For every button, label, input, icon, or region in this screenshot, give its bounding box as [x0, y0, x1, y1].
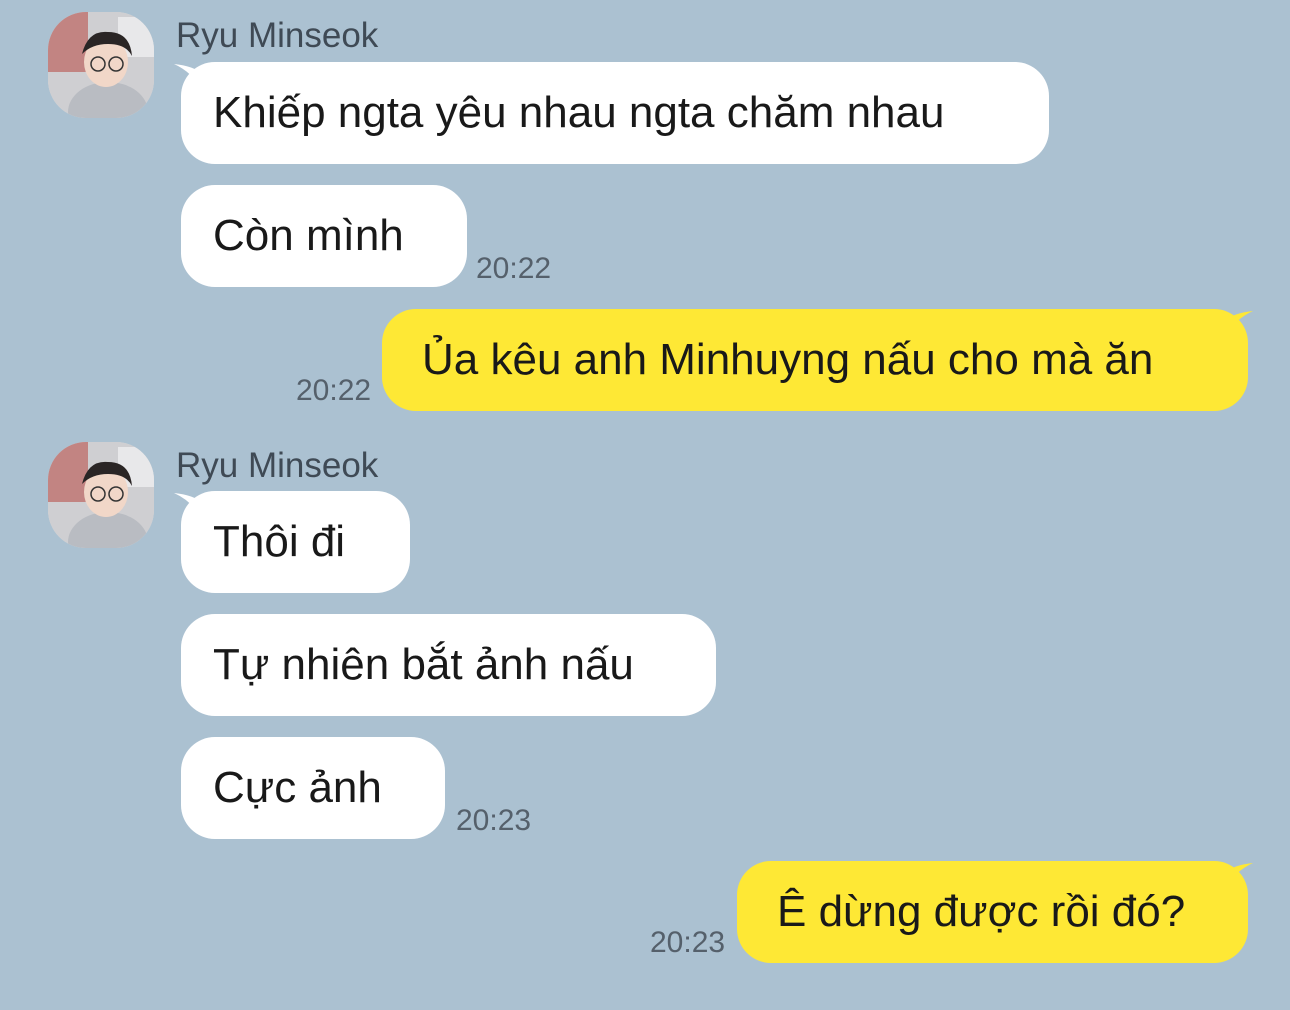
- message-bubble-outgoing[interactable]: Ê dừng được rồi đó?: [737, 861, 1248, 963]
- sender-name: Ryu Minseok: [176, 446, 379, 485]
- bubble-tail-right: [1225, 863, 1253, 889]
- message-bubble[interactable]: Cực ảnh: [181, 737, 445, 839]
- avatar-photo: [48, 442, 154, 548]
- avatar-photo: [48, 12, 154, 118]
- message-text: Thôi đi: [213, 517, 346, 566]
- message-text: Khiếp ngta yêu nhau ngta chăm nhau: [213, 88, 945, 137]
- message-text: Ủa kêu anh Minhuyng nấu cho mà ăn: [422, 335, 1154, 384]
- message-text: Ê dừng được rồi đó?: [777, 887, 1186, 936]
- message-timestamp: 20:22: [296, 374, 372, 407]
- avatar[interactable]: [48, 12, 154, 118]
- message-timestamp: 20:23: [650, 926, 726, 959]
- message-bubble[interactable]: Khiếp ngta yêu nhau ngta chăm nhau: [181, 62, 1049, 164]
- bubble-tail-right: [1225, 311, 1253, 337]
- message-bubble[interactable]: Còn mình: [181, 185, 467, 287]
- message-text: Cực ảnh: [213, 763, 382, 812]
- message-text: Còn mình: [213, 211, 404, 260]
- message-timestamp: 20:23: [456, 804, 532, 837]
- message-bubble-outgoing[interactable]: Ủa kêu anh Minhuyng nấu cho mà ăn: [382, 309, 1248, 411]
- message-bubble[interactable]: Tự nhiên bắt ảnh nấu: [181, 614, 716, 716]
- sender-name: Ryu Minseok: [176, 16, 379, 55]
- message-bubble[interactable]: Thôi đi: [181, 491, 410, 593]
- avatar[interactable]: [48, 442, 154, 548]
- message-text: Tự nhiên bắt ảnh nấu: [213, 640, 634, 689]
- message-timestamp: 20:22: [476, 252, 552, 285]
